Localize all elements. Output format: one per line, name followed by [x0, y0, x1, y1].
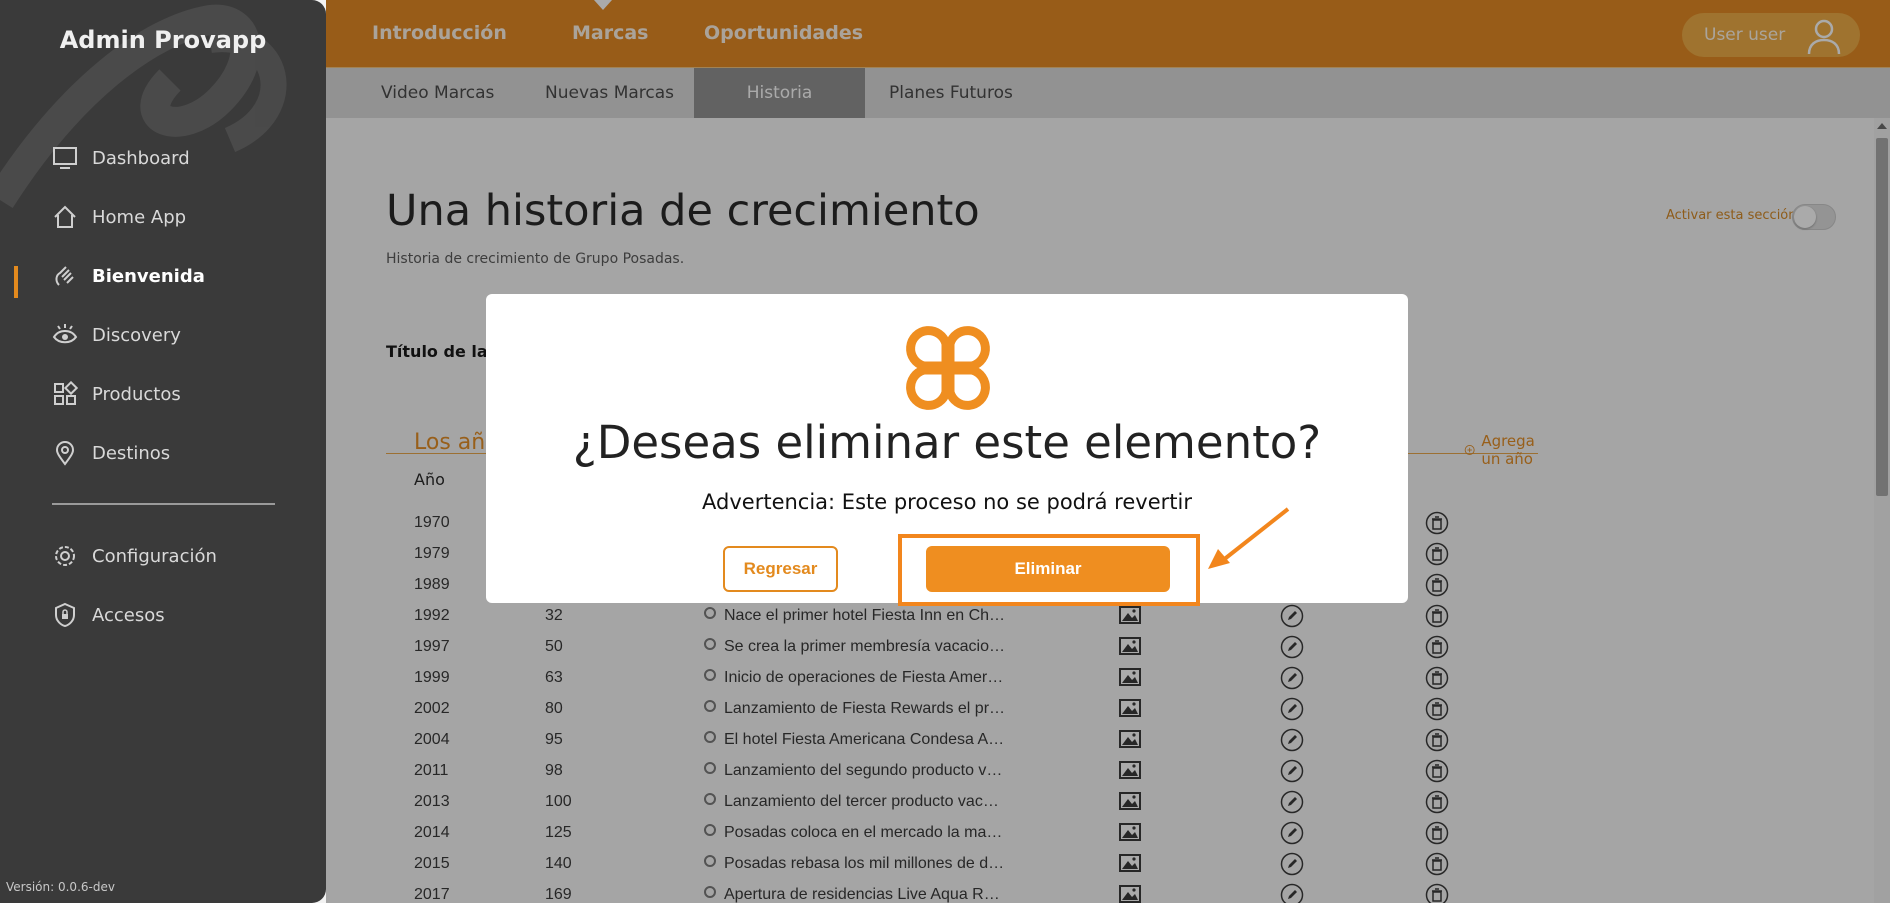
- sidebar-item-dashboard[interactable]: Dashboard: [52, 141, 190, 175]
- sidebar-item-label: Home App: [92, 206, 187, 228]
- modal-title: ¿Deseas eliminar este elemento?: [572, 416, 1322, 469]
- shield-lock-icon: [55, 602, 75, 628]
- sidebar: Admin Provapp Dashboard Home App Bienven…: [0, 0, 326, 903]
- grid-icon: [54, 381, 78, 405]
- sidebar-divider: [52, 503, 275, 505]
- sidebar-item-label: Productos: [92, 383, 181, 405]
- sidebar-item-label: Configuración: [92, 545, 217, 567]
- brand-title: Admin Provapp: [59, 26, 267, 54]
- eye-icon: [52, 324, 78, 344]
- sidebar-item-destinos[interactable]: Destinos: [52, 436, 170, 470]
- sidebar-item-label: Destinos: [92, 442, 171, 464]
- sidebar-item-label: Bienvenida: [92, 265, 205, 287]
- home-icon: [54, 205, 76, 228]
- monitor-icon: [53, 147, 77, 169]
- gear-icon: [55, 546, 75, 566]
- annotation-arrow-icon: [1208, 507, 1290, 569]
- sidebar-item-label: Dashboard: [92, 147, 190, 169]
- sidebar-item-discovery[interactable]: Discovery: [52, 318, 181, 352]
- version-label: Versión: 0.0.6-dev: [6, 880, 115, 894]
- sidebar-item-bienvenida[interactable]: Bienvenida: [52, 259, 205, 293]
- sidebar-item-home-app[interactable]: Home App: [52, 200, 186, 234]
- sidebar-item-label: Discovery: [92, 324, 181, 346]
- sidebar-item-productos[interactable]: Productos: [52, 377, 181, 411]
- clover-logo-icon: [906, 326, 990, 410]
- wave-hand-icon: [55, 266, 74, 286]
- sidebar-item-accesos[interactable]: Accesos: [52, 598, 165, 632]
- sidebar-item-label: Accesos: [92, 604, 165, 626]
- active-marker: [14, 266, 18, 298]
- back-button[interactable]: Regresar: [723, 546, 838, 592]
- map-pin-icon: [55, 441, 75, 466]
- highlight-box: [898, 534, 1200, 606]
- sidebar-item-configuracion[interactable]: Configuración: [52, 539, 217, 573]
